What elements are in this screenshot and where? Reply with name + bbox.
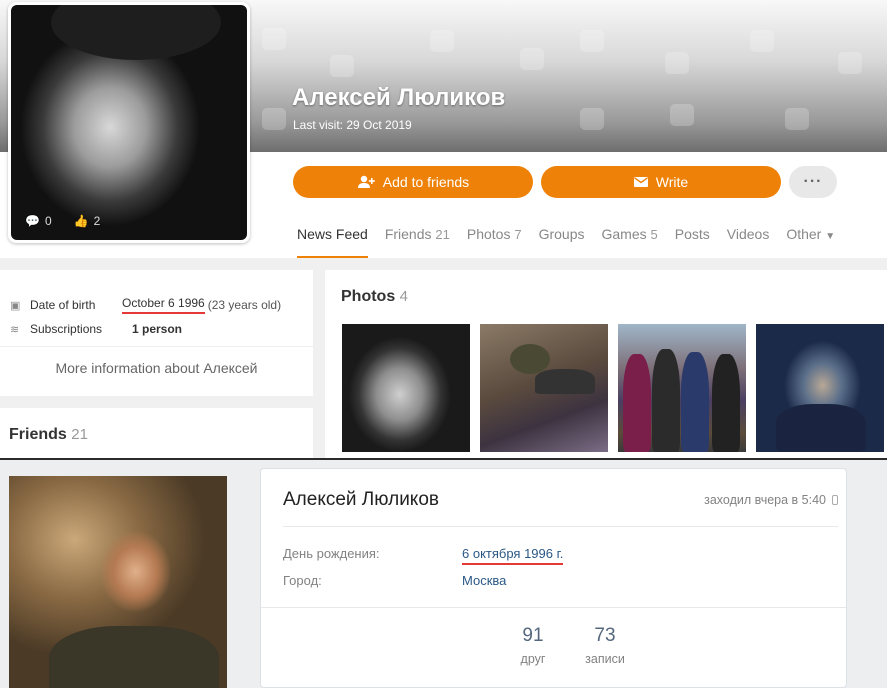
profile-tabs: News Feed Friends 21 Photos 7 Groups Gam… (297, 226, 852, 258)
posts-counter[interactable]: 73 записи (569, 625, 641, 666)
write-message-button[interactable]: Write (541, 166, 781, 198)
more-info-link[interactable]: More information about Алексей (0, 360, 313, 376)
add-to-friends-button[interactable]: Add to friends (293, 166, 533, 198)
dob-row: ▣ Date of birth October 6 1996 (23 years… (10, 296, 282, 314)
photo-thumbnail[interactable] (342, 324, 470, 452)
profile-avatar[interactable]: 💬 0 👍 2 (8, 2, 250, 243)
divider (0, 346, 313, 347)
divider (261, 607, 846, 608)
vk-profile-screenshot: Алексей Люликов заходил вчера в 5:40 Ден… (0, 460, 887, 688)
rss-icon: ≋ (10, 323, 20, 336)
birthday-row: День рождения: 6 октября 1996 г. (283, 546, 564, 565)
add-user-icon (357, 175, 375, 188)
tab-news-feed[interactable]: News Feed (297, 226, 368, 258)
tab-photos[interactable]: Photos 7 (467, 226, 522, 258)
profile-counters: 91 друг 73 записи (497, 625, 641, 666)
dob-age: (23 years old) (207, 298, 282, 312)
tab-posts[interactable]: Posts (675, 226, 710, 258)
avatar-comments-stat[interactable]: 💬 0 (25, 214, 52, 228)
comment-icon: 💬 (25, 214, 40, 228)
ok-profile-screenshot: 💬 0 👍 2 Алексей Люликов Last visit: 29 O… (0, 0, 887, 458)
tab-games[interactable]: Games 5 (602, 226, 658, 258)
avatar-likes-stat[interactable]: 👍 2 (74, 214, 101, 228)
profile-info-card: ▣ Date of birth October 6 1996 (23 years… (0, 270, 313, 396)
envelope-icon (633, 177, 648, 187)
photo-thumbnail[interactable] (480, 324, 608, 452)
online-status: заходил вчера в 5:40 (704, 493, 838, 507)
thumbs-up-icon: 👍 (73, 214, 89, 228)
photo-thumbnail[interactable] (618, 324, 746, 452)
subscriptions-value[interactable]: 1 person (132, 322, 182, 336)
friends-counter[interactable]: 91 друг (497, 625, 569, 666)
city-link[interactable]: Москва (462, 573, 506, 588)
tab-other[interactable]: Other ▼ (786, 226, 835, 258)
chevron-down-icon: ▼ (825, 231, 836, 242)
dob-value[interactable]: October 6 1996 (122, 296, 205, 314)
mobile-icon (832, 495, 838, 505)
last-visit: Last visit: 29 Oct 2019 (293, 118, 412, 132)
tab-videos[interactable]: Videos (727, 226, 770, 258)
friends-title[interactable]: Friends 21 (9, 426, 88, 444)
photos-title[interactable]: Photos 4 (341, 288, 408, 306)
divider (283, 526, 838, 527)
profile-name: Алексей Люликов (283, 489, 439, 510)
friends-card: Friends 21 (0, 408, 313, 458)
birthday-link[interactable]: 6 октября 1996 г. (462, 546, 564, 565)
tab-friends[interactable]: Friends 21 (385, 226, 450, 258)
more-actions-button[interactable]: ··· (789, 166, 837, 198)
profile-name: Алексей Люликов (292, 84, 506, 111)
calendar-icon: ▣ (10, 299, 21, 312)
photo-thumbnail[interactable] (756, 324, 884, 452)
city-row: Город: Москва (283, 573, 507, 588)
tab-groups[interactable]: Groups (539, 226, 585, 258)
subscriptions-row: ≋ Subscriptions 1 person (10, 322, 183, 336)
photos-card: Photos 4 (325, 270, 887, 458)
profile-photo[interactable] (9, 476, 227, 688)
vk-profile-card: Алексей Люликов заходил вчера в 5:40 Ден… (260, 468, 847, 688)
